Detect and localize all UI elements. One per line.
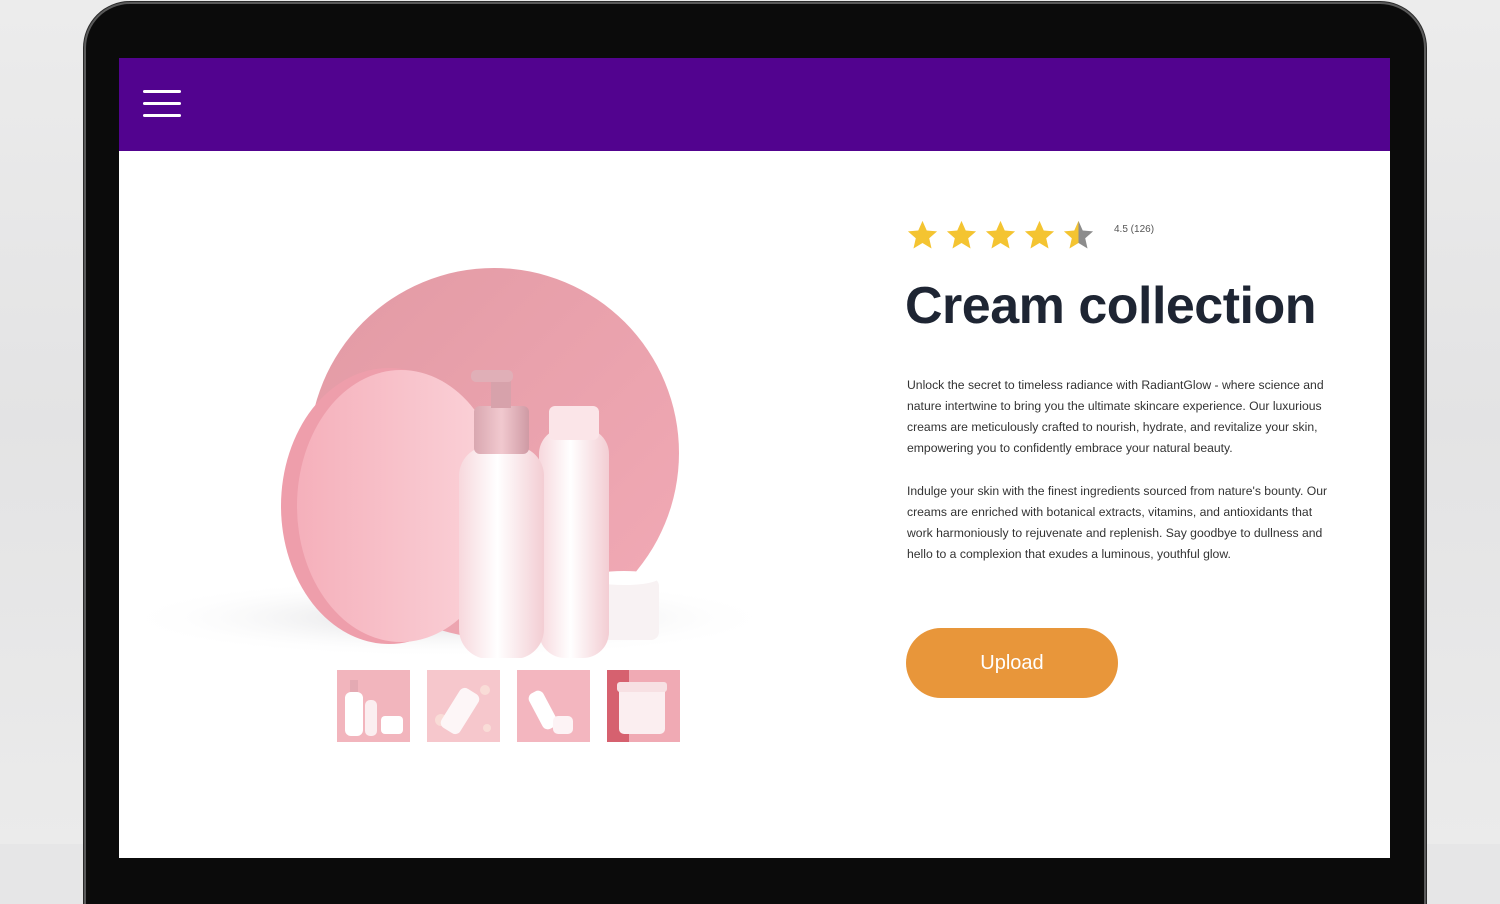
product-description-1: Unlock the secret to timeless radiance w…: [907, 375, 1339, 459]
thumbnail-pump-jar[interactable]: [517, 670, 590, 742]
top-navigation-bar: [119, 58, 1390, 151]
rating-count: 4.5 (126): [1114, 224, 1154, 235]
upload-button[interactable]: Upload: [906, 628, 1118, 698]
thumbnail-jar-closeup[interactable]: [607, 670, 680, 742]
star-icon: [1022, 218, 1057, 253]
thumbnail-bottles-jar[interactable]: [337, 670, 410, 742]
product-description-2: Indulge your skin with the finest ingred…: [907, 481, 1339, 565]
browser-screen: 4.5 (126) Cream collection Unlock the se…: [119, 58, 1390, 858]
thumbnail-tube-petals[interactable]: [427, 670, 500, 742]
hamburger-menu-icon[interactable]: [143, 88, 181, 120]
rating-stars: [905, 218, 1096, 253]
product-main-image: [119, 238, 799, 658]
product-title: Cream collection: [905, 276, 1316, 336]
product-rating: 4.5 (126): [905, 218, 1154, 253]
thumbnail-strip: [337, 670, 680, 742]
star-icon: [983, 218, 1018, 253]
star-icon: [944, 218, 979, 253]
half-star-icon: [1061, 218, 1096, 253]
star-icon: [905, 218, 940, 253]
